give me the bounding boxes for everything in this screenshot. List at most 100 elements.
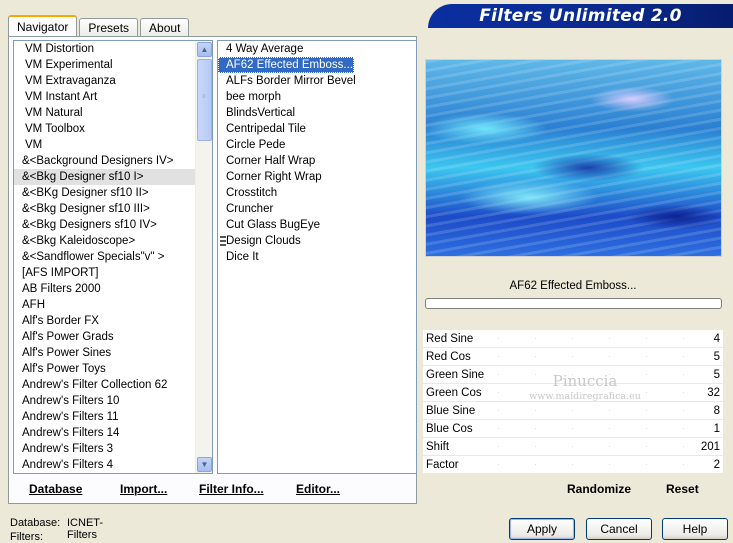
category-item[interactable]: Andrew's Filters 14 — [14, 425, 212, 441]
filter-item[interactable]: Dice It — [218, 249, 416, 265]
parameter-row[interactable]: Factor 2 — [423, 456, 723, 474]
category-item[interactable]: VM Natural — [14, 105, 212, 121]
category-item[interactable]: [AFS IMPORT] — [14, 265, 212, 281]
filter-item[interactable]: Design Clouds — [218, 233, 416, 249]
parameter-row[interactable]: Shift 201 — [423, 438, 723, 456]
parameter-slider-track[interactable] — [498, 374, 693, 375]
category-item[interactable]: VM Experimental — [14, 57, 212, 73]
category-item[interactable]: Andrew's Filters 3 — [14, 441, 212, 457]
category-item[interactable]: AB Filters 2000 — [14, 281, 212, 297]
parameter-row[interactable]: Red Sine 4 — [423, 330, 723, 348]
category-item[interactable]: &<Bkg Designers sf10 IV> — [14, 217, 212, 233]
category-item[interactable]: &<Bkg Kaleidoscope> — [14, 233, 212, 249]
category-item[interactable]: Alf's Power Toys — [14, 361, 212, 377]
parameter-slider-track[interactable] — [498, 356, 693, 357]
randomize-button[interactable]: Randomize — [567, 482, 631, 496]
parameter-slider-track[interactable] — [498, 446, 693, 447]
parameter-label: Shift — [426, 441, 450, 453]
filter-info-button[interactable]: Filter Info... — [199, 478, 264, 500]
category-item[interactable]: VM — [14, 137, 212, 153]
filter-item[interactable]: AF62 Effected Emboss... — [218, 57, 354, 73]
parameter-value: 4 — [713, 333, 720, 345]
tab-navigator[interactable]: Navigator — [8, 15, 78, 37]
parameter-value: 5 — [713, 369, 720, 381]
tab-presets[interactable]: Presets — [79, 18, 139, 37]
category-item[interactable]: Andrew's Filters 11 — [14, 409, 212, 425]
reset-button[interactable]: Reset — [666, 482, 699, 496]
category-item[interactable]: VM Distortion — [14, 41, 212, 57]
parameter-label: Blue Cos — [426, 423, 473, 435]
scroll-up-icon[interactable]: ▲ — [197, 42, 212, 57]
parameter-slider-track[interactable] — [498, 464, 693, 465]
scroll-down-icon[interactable]: ▼ — [197, 457, 212, 472]
filter-item[interactable]: ALFs Border Mirror Bevel — [218, 73, 416, 89]
filter-item[interactable]: bee morph — [218, 89, 416, 105]
parameter-slider-track[interactable] — [498, 428, 693, 429]
tab-about[interactable]: About — [140, 18, 190, 37]
category-item[interactable]: &<BKg Designer sf10 II> — [14, 185, 212, 201]
category-item[interactable]: Alf's Border FX — [14, 313, 212, 329]
apply-button[interactable]: Apply — [509, 518, 575, 540]
parameter-value: 2 — [713, 459, 720, 471]
help-button[interactable]: Help — [662, 518, 728, 540]
category-item[interactable]: VM Extravaganza — [14, 73, 212, 89]
scroll-thumb[interactable]: ≡ — [197, 59, 212, 141]
parameter-value: 1 — [713, 423, 720, 435]
category-item[interactable]: &<Background Designers IV> — [14, 153, 212, 169]
tab-bar: Navigator Presets About — [8, 15, 191, 37]
filter-item[interactable]: Centripedal Tile — [218, 121, 416, 137]
parameter-label: Factor — [426, 459, 459, 471]
parameter-slider-track[interactable] — [498, 392, 693, 393]
category-item[interactable]: VM Instant Art — [14, 89, 212, 105]
parameter-label: Red Sine — [426, 333, 474, 345]
category-item[interactable]: Andrew's Filters 4 — [14, 457, 212, 473]
category-item[interactable]: Alf's Power Sines — [14, 345, 212, 361]
filter-item[interactable]: Cruncher — [218, 201, 416, 217]
parameter-slider-track[interactable] — [498, 410, 693, 411]
status-filters: Filters: — [10, 531, 43, 543]
category-item[interactable]: Andrew's Filter Collection 62 — [14, 377, 212, 393]
progress-bar — [425, 298, 722, 309]
status-database-value: ICNET-Filters — [67, 517, 104, 541]
filter-item[interactable]: Cut Glass BugEye — [218, 217, 416, 233]
category-item[interactable]: AFH — [14, 297, 212, 313]
category-list[interactable]: VM Distortion VM Experimental VM Extravaga… — [13, 40, 213, 474]
parameter-value: 32 — [707, 387, 720, 399]
parameter-slider-track[interactable] — [498, 338, 693, 339]
filter-item[interactable]: BlindsVertical — [218, 105, 416, 121]
parameter-row[interactable]: Red Cos 5 — [423, 348, 723, 366]
filter-item[interactable]: Corner Half Wrap — [218, 153, 416, 169]
editor-button[interactable]: Editor... — [296, 478, 340, 500]
selected-filter-name: AF62 Effected Emboss... — [509, 280, 637, 292]
category-item[interactable]: &<Sandflower Specials"v" > — [14, 249, 212, 265]
filter-item[interactable]: 4 Way Average — [218, 41, 416, 57]
category-item[interactable]: Alf's Power Grads — [14, 329, 212, 345]
parameter-row[interactable]: Green Cos 32 — [423, 384, 723, 402]
app-title: Filters Unlimited 2.0 — [479, 6, 682, 26]
parameter-row[interactable]: Blue Cos 1 — [423, 420, 723, 438]
status-database: Database: ICNET-Filters — [10, 517, 103, 541]
parameter-row[interactable]: Green Sine 5 — [423, 366, 723, 384]
filter-item[interactable]: Circle Pede — [218, 137, 416, 153]
category-item[interactable]: &<Bkg Designer sf10 I> — [14, 169, 212, 185]
database-button[interactable]: Database — [29, 478, 82, 500]
filter-item[interactable]: Crosstitch — [218, 185, 416, 201]
splitter-grip-icon[interactable] — [220, 236, 226, 246]
parameter-label: Blue Sine — [426, 405, 476, 417]
parameter-row[interactable]: Blue Sine 8 — [423, 402, 723, 420]
cancel-button[interactable]: Cancel — [586, 518, 652, 540]
filter-list[interactable]: 4 Way Average AF62 Effected Emboss... ALFs… — [217, 40, 417, 474]
category-item[interactable]: VM Toolbox — [14, 121, 212, 137]
filter-item[interactable]: Corner Right Wrap — [218, 169, 416, 185]
parameter-value: 8 — [713, 405, 720, 417]
status-filters-label: Filters: — [10, 531, 43, 543]
parameter-value: 201 — [700, 441, 720, 453]
preview-image — [425, 59, 722, 257]
navigator-buttons: Database Import... Filter Info... Editor… — [14, 478, 414, 500]
import-button[interactable]: Import... — [120, 478, 167, 500]
category-item[interactable]: Andrew's Filters 10 — [14, 393, 212, 409]
app-banner: Filters Unlimited 2.0 — [428, 4, 733, 28]
category-scrollbar[interactable]: ▲ ≡ ▼ — [195, 41, 212, 473]
category-item[interactable]: &<Bkg Designer sf10 III> — [14, 201, 212, 217]
parameter-label: Red Cos — [426, 351, 471, 363]
